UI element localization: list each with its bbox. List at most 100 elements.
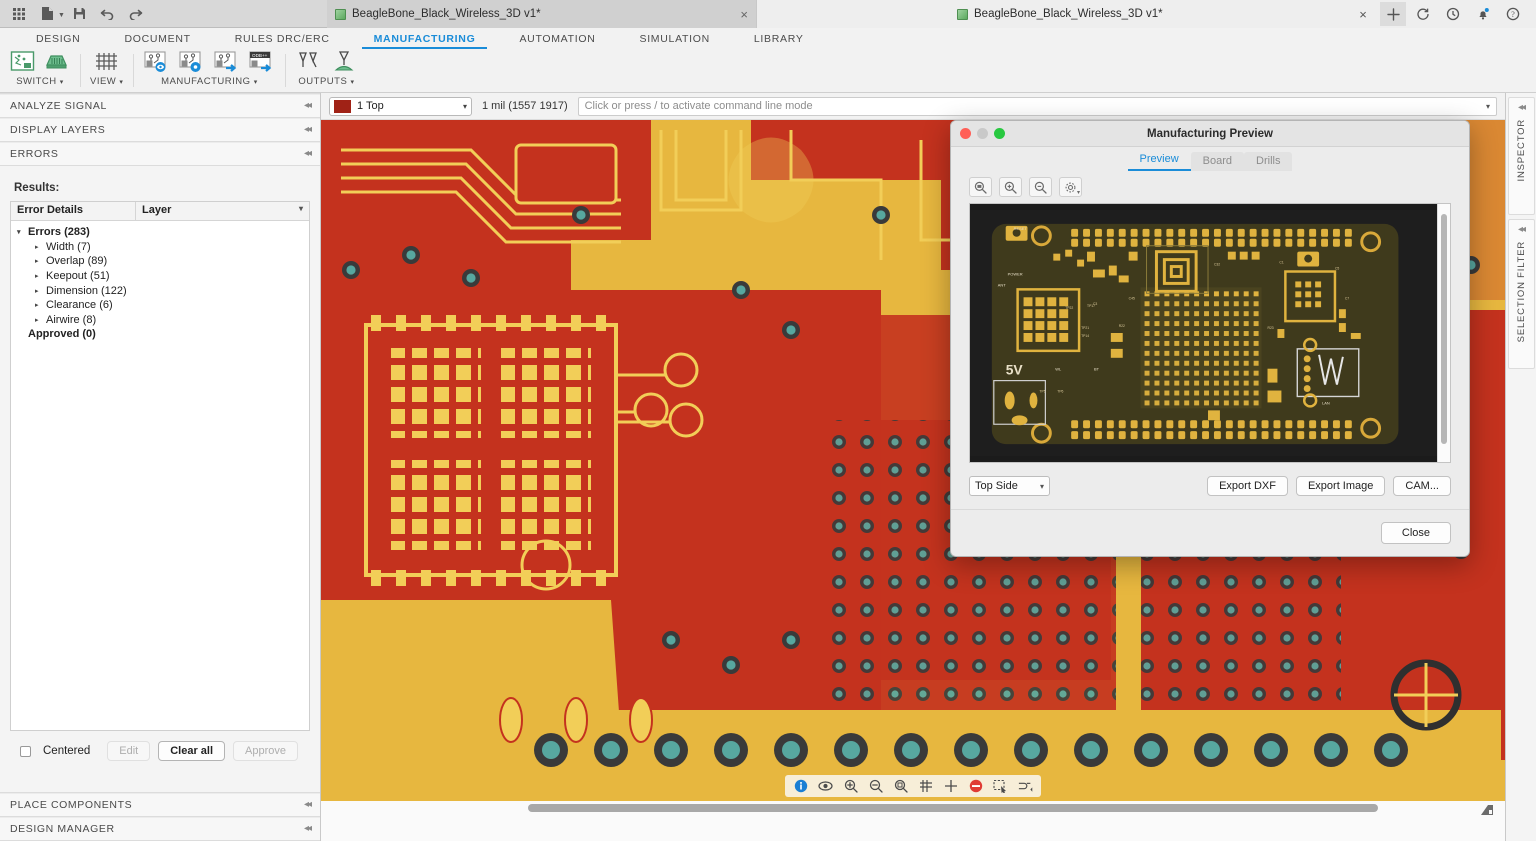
route-icon[interactable] xyxy=(1018,779,1033,794)
document-tab-right-item[interactable]: BeagleBone_Black_Wireless_3D v1* xyxy=(757,8,1163,20)
chevron-down-icon[interactable]: ▾ xyxy=(1486,102,1490,111)
dialog-tab-board[interactable]: Board xyxy=(1191,152,1244,171)
redo-icon[interactable] xyxy=(123,3,149,25)
zoom-fit-icon[interactable] xyxy=(893,779,908,794)
schematic-switch-icon[interactable] xyxy=(10,50,35,76)
canvas-horizontal-scrollbar[interactable] xyxy=(321,801,1505,815)
apps-grid-icon[interactable] xyxy=(6,3,32,25)
tree-row-overlap[interactable]: ▸ Overlap (89) xyxy=(11,254,309,269)
tree-row-dimension[interactable]: ▸ Dimension (122) xyxy=(11,283,309,298)
command-line-input[interactable]: Click or press / to activate command lin… xyxy=(578,97,1497,116)
twisty-icon[interactable]: ▸ xyxy=(35,287,46,295)
approve-button[interactable]: Approve xyxy=(233,741,298,761)
dialog-tab-drills[interactable]: Drills xyxy=(1244,152,1292,171)
tree-row-approved[interactable]: Approved (0) xyxy=(11,327,309,342)
settings-gear-icon[interactable]: ▾ xyxy=(1059,177,1082,197)
collapse-icon[interactable]: ◂◂ xyxy=(1518,102,1524,113)
outputs-caret-icon[interactable]: ▾ xyxy=(350,79,354,86)
chevron-down-icon[interactable]: ▾ xyxy=(299,204,309,220)
preview-image-area[interactable]: 5V RESET POWER WL BT ANT LAN TP22TP21TP1… xyxy=(969,203,1451,463)
twisty-icon[interactable]: ▾ xyxy=(17,228,28,236)
twisty-icon[interactable]: ▸ xyxy=(35,272,46,280)
new-document-icon[interactable] xyxy=(34,3,60,25)
bell-icon[interactable] xyxy=(1470,2,1496,26)
twisty-icon[interactable]: ▸ xyxy=(35,257,46,265)
column-header-layer[interactable]: Layer ▾ xyxy=(136,202,309,220)
side-select[interactable]: Top Side ▾ xyxy=(969,476,1050,496)
column-header-error-details[interactable]: Error Details xyxy=(11,202,136,220)
ribbon-tab-design[interactable]: DESIGN xyxy=(14,33,102,49)
preview-vertical-scrollbar[interactable] xyxy=(1437,204,1450,462)
manufacturing-export-icon[interactable] xyxy=(213,50,240,76)
selection-box-icon[interactable] xyxy=(993,779,1008,794)
preview-vertical-scroll-thumb[interactable] xyxy=(1441,214,1447,444)
collapse-icon[interactable]: ◂◂ xyxy=(304,823,310,834)
zoom-in-icon[interactable] xyxy=(999,177,1022,197)
zoom-out-icon[interactable] xyxy=(1029,177,1052,197)
ribbon-tab-automation[interactable]: AUTOMATION xyxy=(497,33,617,49)
collapse-icon[interactable]: ◂◂ xyxy=(304,100,310,111)
zoom-out-icon[interactable] xyxy=(868,779,883,794)
accordion-analyze-signal[interactable]: ANALYZE SIGNAL ◂◂ xyxy=(0,93,320,118)
document-tab-left[interactable]: BeagleBone_Black_Wireless_3D v1* × xyxy=(327,0,757,28)
plus-icon[interactable] xyxy=(1380,2,1406,26)
chevron-down-icon[interactable]: ▾ xyxy=(1040,482,1044,491)
help-icon[interactable]: ? xyxy=(1500,2,1526,26)
document-tab-left-close-icon[interactable]: × xyxy=(740,7,748,22)
view-caret-icon[interactable]: ▾ xyxy=(119,79,123,86)
right-rail-tab-selection-filter[interactable]: ◂◂ SELECTION FILTER xyxy=(1508,219,1535,369)
ribbon-tab-library[interactable]: LIBRARY xyxy=(732,33,826,49)
refresh-icon[interactable] xyxy=(1410,2,1436,26)
document-tab-right-close-icon[interactable]: × xyxy=(1350,2,1376,26)
eye-icon[interactable] xyxy=(818,779,833,794)
accordion-errors[interactable]: ERRORS ◂◂ xyxy=(0,141,320,166)
canvas-horizontal-scroll-thumb[interactable] xyxy=(528,804,1378,812)
manufacturing-settings-icon[interactable] xyxy=(178,50,205,76)
accordion-place-components[interactable]: PLACE COMPONENTS ◂◂ xyxy=(0,792,320,817)
close-button[interactable]: Close xyxy=(1381,522,1451,544)
grid-icon[interactable] xyxy=(918,779,933,794)
twisty-icon[interactable]: ▸ xyxy=(35,316,46,324)
collapse-icon[interactable]: ◂◂ xyxy=(304,124,310,135)
odb-export-icon[interactable]: ODB++ xyxy=(248,50,275,76)
chevron-down-icon[interactable]: ▾ xyxy=(463,102,467,111)
collapse-icon[interactable]: ◂◂ xyxy=(1518,224,1524,235)
cam-button[interactable]: CAM... xyxy=(1393,476,1451,496)
drill-tool-icon[interactable] xyxy=(295,50,324,76)
new-document-caret-icon[interactable]: ▼ xyxy=(58,12,65,19)
clear-all-button[interactable]: Clear all xyxy=(158,741,225,761)
tree-row-clearance[interactable]: ▸ Clearance (6) xyxy=(11,298,309,313)
ribbon-tab-document[interactable]: DOCUMENT xyxy=(102,33,212,49)
centered-checkbox[interactable] xyxy=(20,746,31,757)
settings-caret-icon[interactable]: ▾ xyxy=(1077,189,1080,196)
layer-select[interactable]: 1 Top ▾ xyxy=(329,97,472,116)
tree-row-airwire[interactable]: ▸ Airwire (8) xyxy=(11,313,309,328)
undo-icon[interactable] xyxy=(95,3,121,25)
zoom-in-icon[interactable] xyxy=(843,779,858,794)
board-3d-icon[interactable] xyxy=(43,50,70,76)
tree-row-errors[interactable]: ▾ Errors (283) xyxy=(11,225,309,240)
tree-row-width[interactable]: ▸ Width (7) xyxy=(11,240,309,255)
right-rail-tab-inspector[interactable]: ◂◂ INSPECTOR xyxy=(1508,97,1535,215)
no-entry-icon[interactable] xyxy=(968,779,983,794)
clock-icon[interactable] xyxy=(1440,2,1466,26)
ribbon-tab-simulation[interactable]: SIMULATION xyxy=(617,33,731,49)
collapse-icon[interactable]: ◂◂ xyxy=(304,799,310,810)
export-dxf-button[interactable]: Export DXF xyxy=(1207,476,1288,496)
twisty-icon[interactable]: ▸ xyxy=(35,301,46,309)
manufacturing-preview-icon[interactable] xyxy=(143,50,170,76)
twisty-icon[interactable]: ▸ xyxy=(35,243,46,251)
ribbon-tab-manufacturing[interactable]: MANUFACTURING xyxy=(352,33,498,49)
tree-row-keepout[interactable]: ▸ Keepout (51) xyxy=(11,269,309,284)
ribbon-tab-rules-drc-erc[interactable]: RULES DRC/ERC xyxy=(213,33,352,49)
export-image-button[interactable]: Export Image xyxy=(1296,476,1385,496)
zoom-fit-icon[interactable] xyxy=(969,177,992,197)
save-icon[interactable] xyxy=(67,3,93,25)
accordion-design-manager[interactable]: DESIGN MANAGER ◂◂ xyxy=(0,816,320,841)
crosshair-icon[interactable] xyxy=(943,779,958,794)
grid-view-icon[interactable] xyxy=(94,50,119,76)
accordion-display-layers[interactable]: DISPLAY LAYERS ◂◂ xyxy=(0,117,320,142)
edit-button[interactable]: Edit xyxy=(107,741,150,761)
manufacturing-caret-icon[interactable]: ▾ xyxy=(254,79,258,86)
info-icon[interactable] xyxy=(793,779,808,794)
